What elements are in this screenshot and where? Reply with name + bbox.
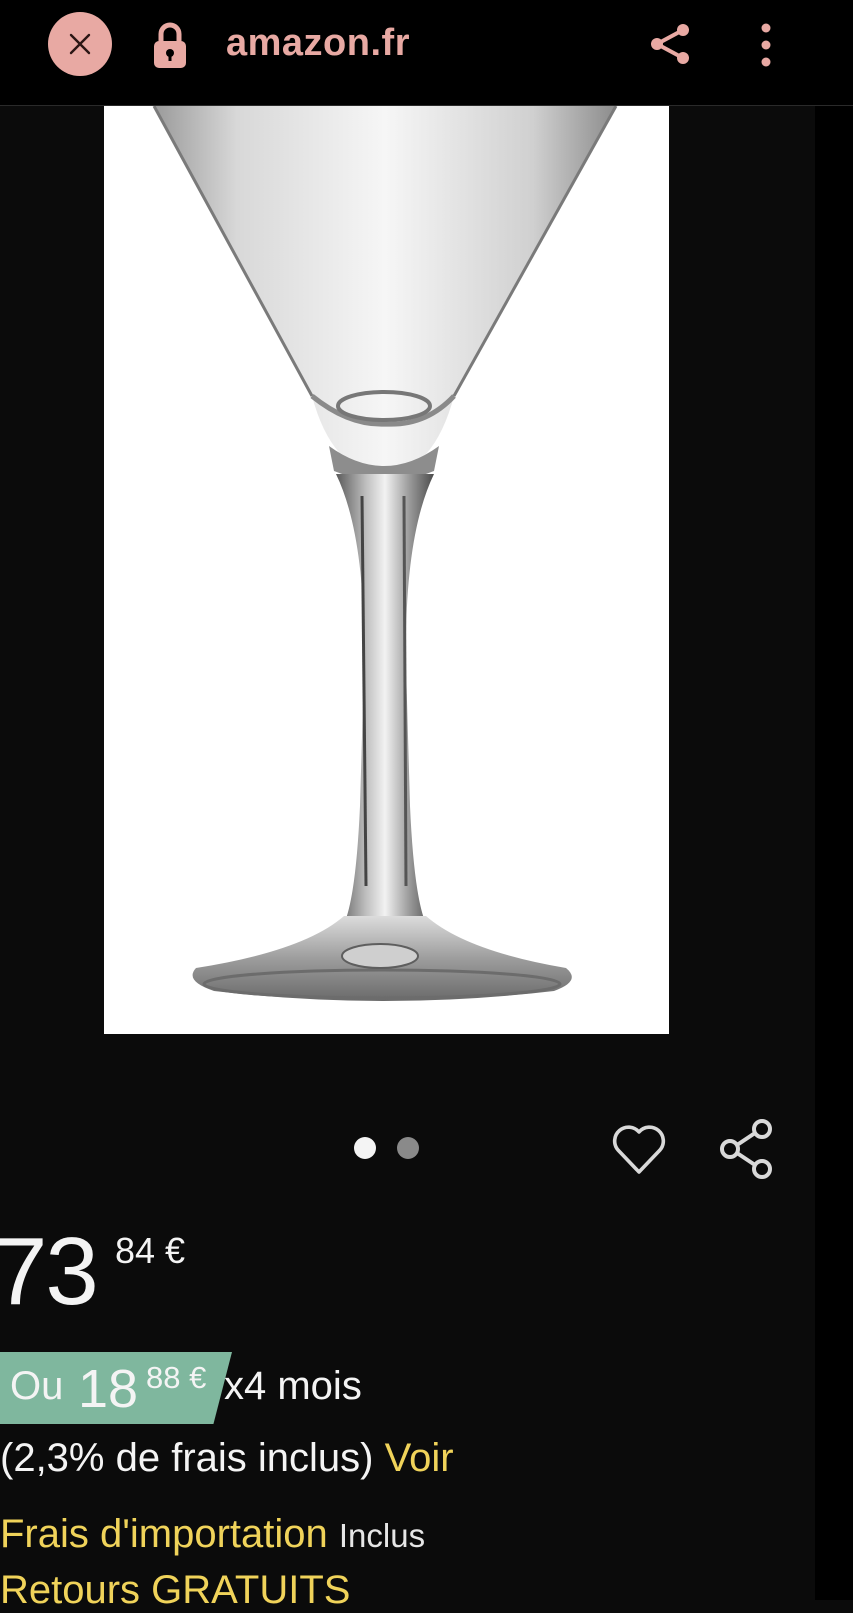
free-returns-link[interactable]: Retours GRATUITS [0,1568,350,1613]
installment-price-fraction: 88 € [146,1360,207,1395]
import-fees-value: Inclus [338,1517,426,1554]
fees-see-link[interactable]: Voir [385,1436,454,1480]
close-button[interactable] [48,12,112,76]
pagination-dot[interactable] [397,1137,419,1159]
image-pagination[interactable] [354,1137,419,1159]
price-whole: 73 [0,1218,99,1325]
installment-price-whole: 18 [78,1359,139,1419]
price-fraction: 84 € [115,1230,186,1271]
fees-info: (2,3% de frais inclus) Voir [0,1436,454,1481]
page-edge [815,106,853,1600]
more-options-icon[interactable] [756,22,776,68]
import-fees: Frais d'importation Inclus [0,1512,425,1557]
url-text[interactable]: amazon.fr [226,22,410,65]
share-icon[interactable] [648,22,692,66]
fees-text: (2,3% de frais inclus) [0,1436,374,1480]
installment-offer[interactable]: Ou 18 88 € x4 mois [0,1352,600,1424]
product-image[interactable] [104,106,669,1034]
browser-toolbar: amazon.fr [0,0,853,106]
installment-prefix: Ou [10,1364,64,1408]
pagination-dot-active[interactable] [354,1137,376,1159]
heart-icon[interactable] [610,1120,668,1178]
cocktail-glass-image [152,106,618,1001]
installment-months: x4 mois [224,1364,362,1408]
import-fees-link[interactable]: Frais d'importation [0,1512,328,1556]
lock-icon [154,22,186,68]
close-icon [69,33,91,55]
share-icon[interactable] [718,1118,776,1180]
